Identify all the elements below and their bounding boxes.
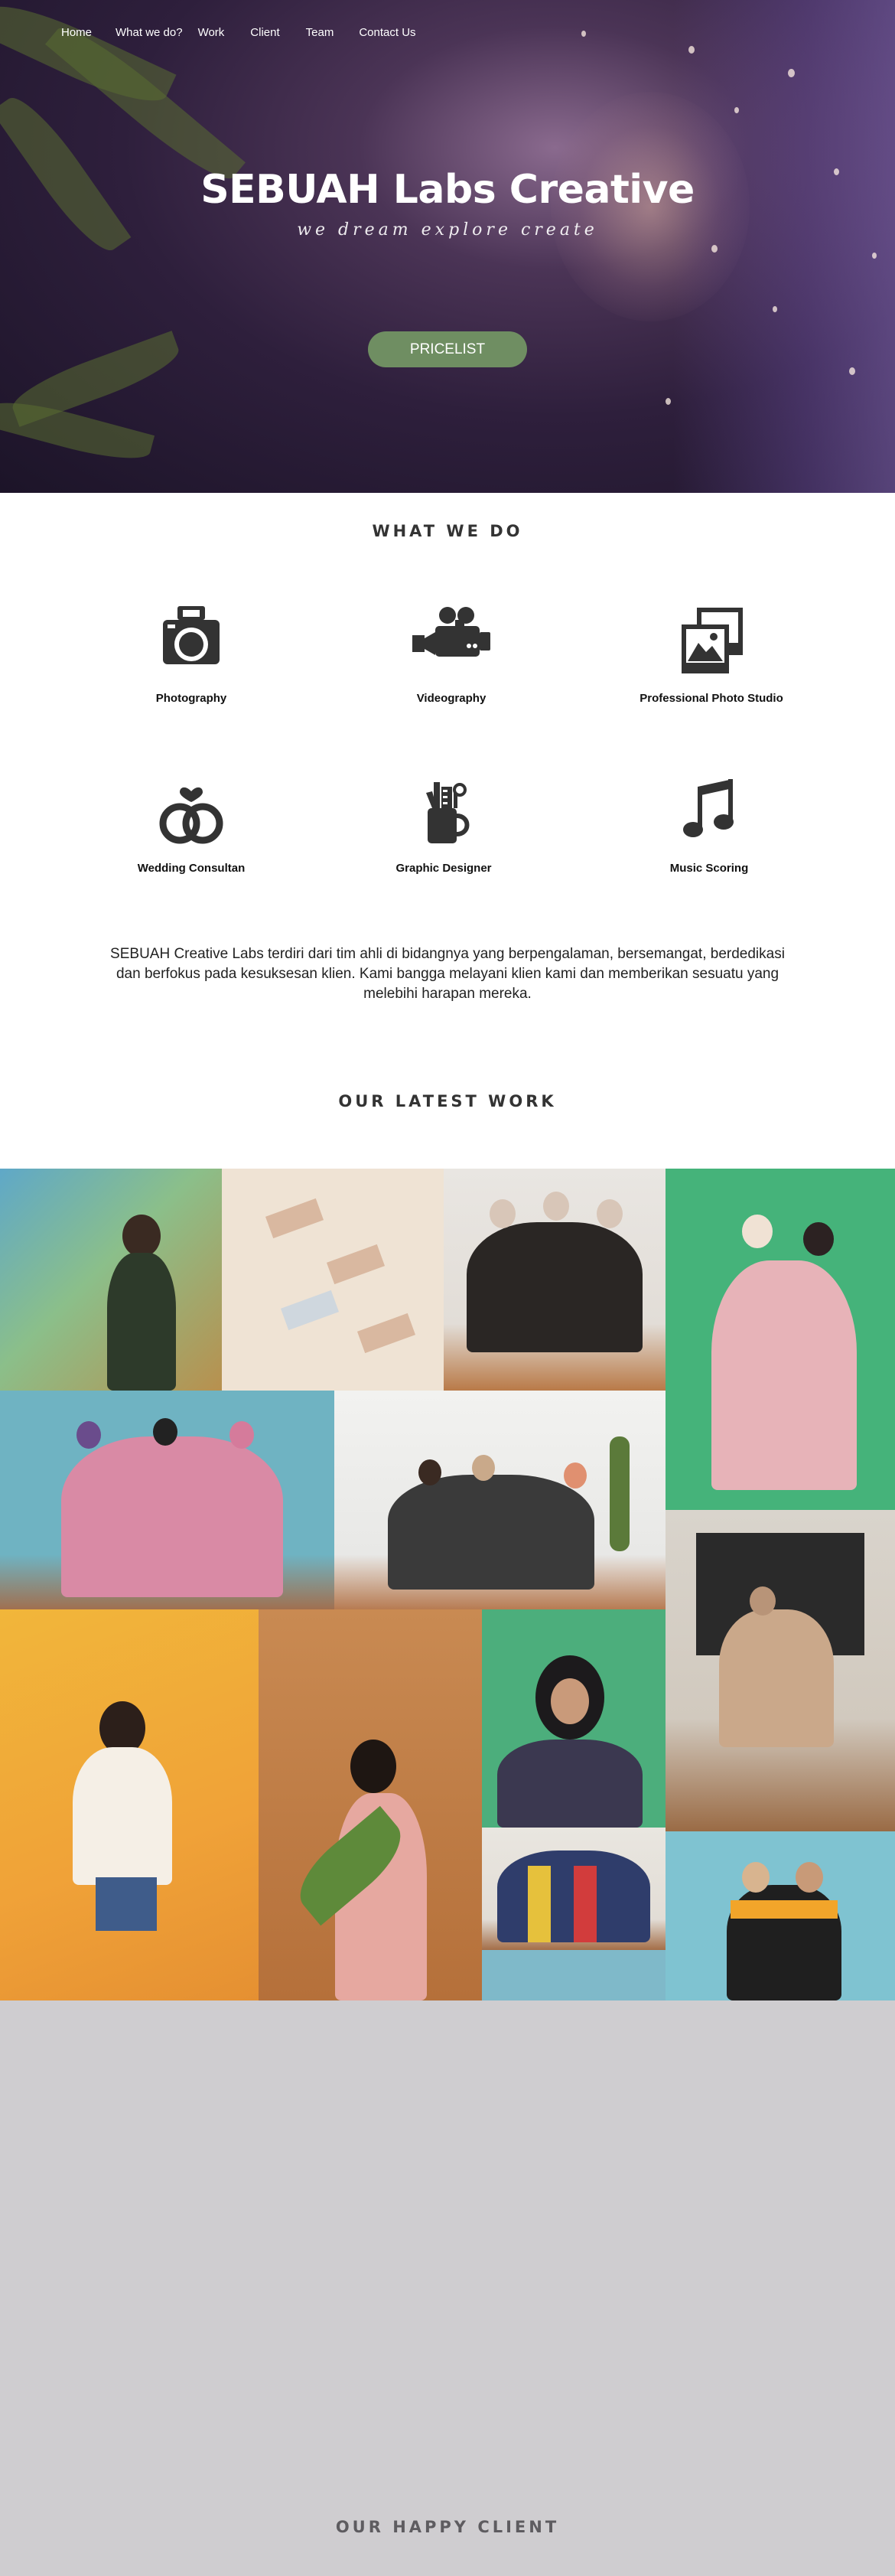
rain-drop xyxy=(688,46,695,54)
design-tools-icon xyxy=(426,782,470,843)
gallery-photo[interactable] xyxy=(482,1828,666,1950)
hero-photo-light xyxy=(673,0,895,493)
gallery-photo[interactable] xyxy=(482,1609,666,1828)
hero-banner: Home What we do? Work Client Team Contac… xyxy=(0,0,895,493)
work-gallery xyxy=(0,1169,895,2000)
service-label: Professional Photo Studio xyxy=(640,692,783,705)
rain-drop xyxy=(872,253,877,259)
pricelist-button[interactable]: PRICELIST xyxy=(368,331,527,367)
service-graphic-designer: Graphic Designer xyxy=(344,768,543,875)
wedding-rings-icon xyxy=(159,787,223,844)
rain-drop xyxy=(773,306,777,312)
service-wedding: Wedding Consultan xyxy=(92,768,291,875)
client-section-bg xyxy=(0,2000,895,2576)
rain-drop xyxy=(849,367,855,375)
nav-contact-us[interactable]: Contact Us xyxy=(359,26,415,39)
gallery-photo[interactable] xyxy=(222,1169,444,1391)
rain-drop xyxy=(666,398,671,405)
gallery-photo[interactable] xyxy=(0,1169,222,1391)
nav-home[interactable]: Home xyxy=(61,26,92,39)
service-photo-studio: Professional Photo Studio xyxy=(612,598,811,705)
photo-studio-icon xyxy=(682,608,743,673)
hero-tagline: we dream explore create xyxy=(297,220,598,240)
nav-team[interactable]: Team xyxy=(306,26,334,39)
service-videography: Videography xyxy=(352,598,551,705)
nav-what-we-do[interactable]: What we do? xyxy=(116,26,183,39)
latest-work-heading: OUR LATEST WORK xyxy=(338,1092,557,1110)
gallery-photo[interactable] xyxy=(0,1609,259,2000)
gallery-photo[interactable] xyxy=(666,1831,895,2000)
gallery-photo[interactable] xyxy=(666,1510,895,1831)
about-paragraph: SEBUAH Creative Labs terdiri dari tim ah… xyxy=(110,946,785,1002)
camera-icon xyxy=(163,606,220,664)
service-label: Photography xyxy=(155,692,227,705)
service-label: Videography xyxy=(416,692,487,705)
rain-drop xyxy=(788,69,795,77)
video-camera-icon xyxy=(412,607,490,657)
service-label: Graphic Designer xyxy=(395,862,492,875)
what-we-do-heading: WHAT WE DO xyxy=(372,522,523,540)
service-label: Music Scoring xyxy=(669,862,749,875)
rain-drop xyxy=(734,107,739,113)
service-label: Wedding Consultan xyxy=(137,862,246,875)
gallery-photo[interactable] xyxy=(444,1169,666,1391)
happy-client-heading: OUR HAPPY CLIENT xyxy=(335,2518,560,2536)
service-music-scoring: Music Scoring xyxy=(610,768,809,875)
gallery-photo[interactable] xyxy=(259,1609,482,2000)
nav-client[interactable]: Client xyxy=(250,26,279,39)
gallery-photo[interactable] xyxy=(666,1169,895,1510)
gallery-photo[interactable] xyxy=(482,1950,666,2000)
hero-title: SEBUAH Labs Creative xyxy=(200,167,695,213)
service-photography: Photography xyxy=(92,598,291,705)
gallery-photo[interactable] xyxy=(334,1391,666,1609)
music-note-icon xyxy=(683,779,734,837)
nav-work[interactable]: Work xyxy=(198,26,225,39)
rain-drop xyxy=(581,31,586,37)
main-nav: Home What we do? Work Client Team Contac… xyxy=(61,26,416,39)
rain-drop xyxy=(711,245,718,253)
gallery-photo[interactable] xyxy=(0,1391,334,1609)
